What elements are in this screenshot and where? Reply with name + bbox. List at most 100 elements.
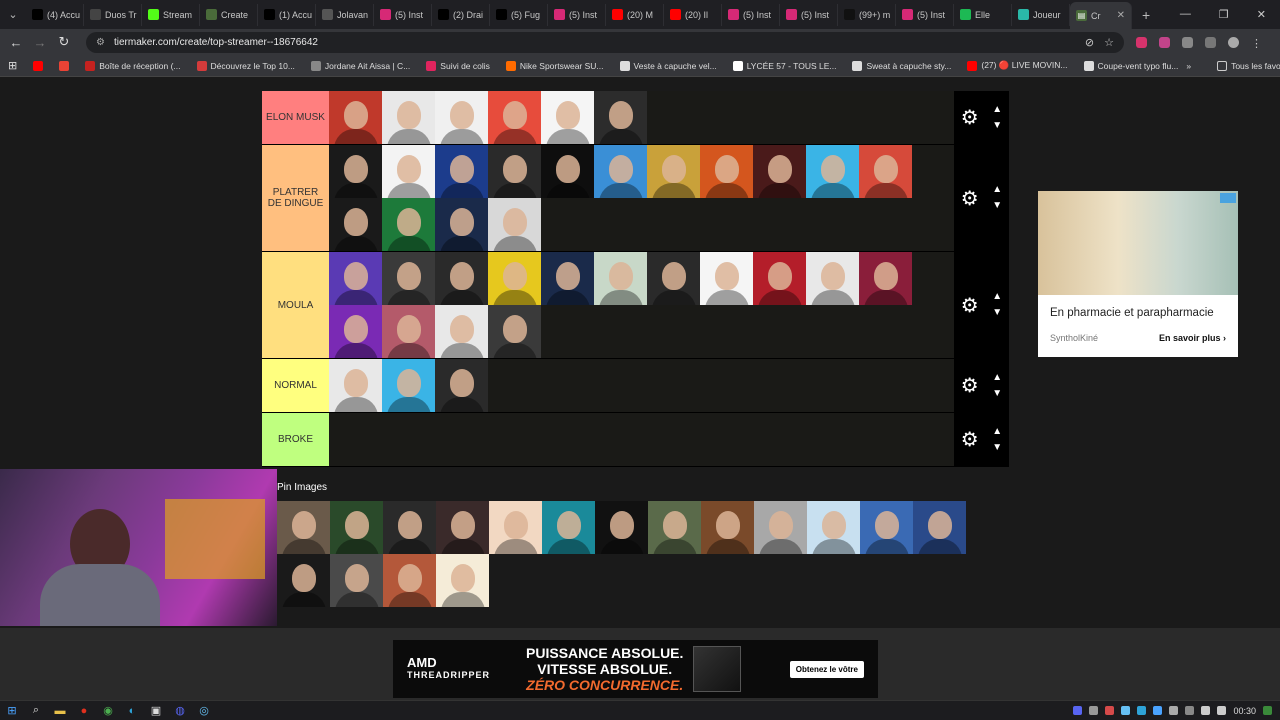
tab-0[interactable]: (4) Accu bbox=[26, 3, 84, 26]
bookmark-item[interactable]: Suivi de colis bbox=[418, 60, 498, 71]
tier-image[interactable] bbox=[806, 252, 859, 305]
tray-icon[interactable] bbox=[1137, 706, 1147, 715]
minimize-icon[interactable]: — bbox=[1180, 8, 1191, 21]
file-explorer-icon[interactable]: ▬ bbox=[48, 705, 72, 717]
tier-image[interactable] bbox=[382, 198, 435, 251]
chevron-up-icon[interactable]: ▲ bbox=[992, 104, 1002, 115]
tier-image[interactable] bbox=[488, 252, 541, 305]
tab-active[interactable]: ▤ Cr ✕ bbox=[1070, 2, 1132, 29]
bookmark-item[interactable]: (27) 🔴 LIVE MOVIN... bbox=[959, 60, 1075, 71]
tab-13[interactable]: (5) Inst bbox=[780, 3, 838, 26]
clock[interactable]: 00:30 bbox=[1233, 706, 1256, 716]
pin-image[interactable] bbox=[436, 554, 489, 607]
back-icon[interactable]: ← bbox=[4, 35, 28, 50]
tab-8[interactable]: (5) Fug bbox=[490, 3, 548, 26]
window-close-icon[interactable]: ✕ bbox=[1257, 8, 1266, 21]
chevron-down-icon[interactable]: ▼ bbox=[992, 388, 1002, 399]
tray-icon[interactable] bbox=[1121, 706, 1131, 715]
tier-image[interactable] bbox=[435, 198, 488, 251]
reload-icon[interactable]: ↻ bbox=[52, 34, 76, 50]
tier-image[interactable] bbox=[541, 91, 594, 144]
tier-image[interactable] bbox=[329, 91, 382, 144]
tier-image[interactable] bbox=[435, 252, 488, 305]
tier-image[interactable] bbox=[541, 252, 594, 305]
tier-image[interactable] bbox=[488, 305, 541, 358]
media-icon[interactable] bbox=[1205, 36, 1216, 48]
tier-image[interactable] bbox=[382, 359, 435, 412]
bookmark-item[interactable]: Boîte de réception (... bbox=[77, 60, 188, 71]
close-icon[interactable]: ✕ bbox=[1117, 10, 1125, 21]
apps-grid-icon[interactable]: ⊞ bbox=[0, 59, 25, 72]
pin-image[interactable] bbox=[436, 501, 489, 554]
tier-label[interactable]: ELON MUSK bbox=[262, 91, 329, 144]
chevron-down-icon[interactable]: ▼ bbox=[992, 442, 1002, 453]
tier-image[interactable] bbox=[435, 91, 488, 144]
tray-icon[interactable] bbox=[1089, 706, 1099, 715]
tier-image[interactable] bbox=[329, 252, 382, 305]
tab-14[interactable]: (99+) m bbox=[838, 3, 896, 26]
tier-image[interactable] bbox=[594, 252, 647, 305]
tab-6[interactable]: (5) Inst bbox=[374, 3, 432, 26]
tray-icon[interactable] bbox=[1073, 706, 1083, 715]
tier-label[interactable]: BROKE bbox=[262, 413, 329, 466]
tier-image[interactable] bbox=[541, 145, 594, 198]
tier-image[interactable] bbox=[700, 252, 753, 305]
tier-image[interactable] bbox=[859, 252, 912, 305]
edge-icon[interactable]: ◐ bbox=[120, 705, 144, 717]
tier-image[interactable] bbox=[329, 145, 382, 198]
bookmark-item[interactable]: Découvrez le Top 10... bbox=[189, 60, 303, 71]
gear-icon[interactable]: ⚙ bbox=[961, 186, 979, 211]
tier-image[interactable] bbox=[382, 91, 435, 144]
tier-drop-zone[interactable] bbox=[329, 145, 954, 251]
tier-image[interactable] bbox=[435, 305, 488, 358]
tier-image[interactable] bbox=[488, 198, 541, 251]
search-icon[interactable]: ⌕ bbox=[24, 704, 48, 717]
tier-image[interactable] bbox=[753, 145, 806, 198]
chevron-up-icon[interactable]: ▲ bbox=[992, 292, 1002, 302]
notification-icon[interactable] bbox=[1263, 706, 1272, 715]
new-tab-button[interactable]: + bbox=[1142, 7, 1150, 23]
tray-icon[interactable] bbox=[1153, 706, 1163, 715]
chevron-down-icon[interactable]: ▼ bbox=[992, 201, 1002, 211]
tier-drop-zone[interactable] bbox=[329, 91, 954, 144]
tab-9[interactable]: (5) Inst bbox=[548, 3, 606, 26]
pin-image[interactable] bbox=[277, 554, 330, 607]
tier-drop-zone[interactable] bbox=[329, 252, 954, 358]
pin-image[interactable] bbox=[489, 501, 542, 554]
volume-icon[interactable] bbox=[1217, 706, 1227, 715]
tier-image[interactable] bbox=[594, 91, 647, 144]
adchoices-icon[interactable] bbox=[1220, 193, 1236, 203]
bookmark-item[interactable]: Jordane Ait Aissa | C... bbox=[303, 60, 418, 71]
tier-image[interactable] bbox=[329, 359, 382, 412]
tab-10[interactable]: (20) M bbox=[606, 3, 664, 26]
bookmark-item[interactable]: Coupe-vent typo flu... bbox=[1076, 60, 1187, 71]
tier-image[interactable] bbox=[329, 198, 382, 251]
bookmark-star-icon[interactable]: ☆ bbox=[1104, 36, 1114, 49]
all-bookmarks-folder[interactable]: Tous les favoris bbox=[1209, 60, 1280, 71]
pin-image[interactable] bbox=[754, 501, 807, 554]
tray-icon[interactable] bbox=[1105, 706, 1115, 715]
start-icon[interactable]: ⊞ bbox=[0, 704, 24, 717]
tier-image[interactable] bbox=[382, 145, 435, 198]
gear-icon[interactable]: ⚙ bbox=[961, 293, 979, 318]
gear-icon[interactable]: ⚙ bbox=[961, 427, 979, 452]
tab-2[interactable]: Stream bbox=[142, 3, 200, 26]
site-info-icon[interactable]: ⚙ bbox=[96, 37, 108, 48]
discord-icon[interactable]: ◍ bbox=[168, 704, 192, 717]
ad-cta-link[interactable]: En savoir plus › bbox=[1159, 333, 1226, 343]
tier-image[interactable] bbox=[859, 145, 912, 198]
profile-avatar[interactable] bbox=[1228, 36, 1239, 48]
tab-15[interactable]: (5) Inst bbox=[896, 3, 954, 26]
tab-12[interactable]: (5) Inst bbox=[722, 3, 780, 26]
gear-icon[interactable]: ⚙ bbox=[961, 105, 979, 130]
bookmark-item[interactable] bbox=[51, 60, 77, 71]
tier-image[interactable] bbox=[647, 145, 700, 198]
chevron-up-icon[interactable]: ▲ bbox=[992, 372, 1002, 383]
tier-image[interactable] bbox=[329, 305, 382, 358]
tray-icon[interactable] bbox=[1185, 706, 1195, 715]
chevron-up-icon[interactable]: ▲ bbox=[992, 426, 1002, 437]
tab-17[interactable]: Joueur bbox=[1012, 3, 1070, 26]
pin-image[interactable] bbox=[330, 501, 383, 554]
pin-image[interactable] bbox=[595, 501, 648, 554]
camera-off-icon[interactable]: ⊘ bbox=[1085, 36, 1094, 49]
